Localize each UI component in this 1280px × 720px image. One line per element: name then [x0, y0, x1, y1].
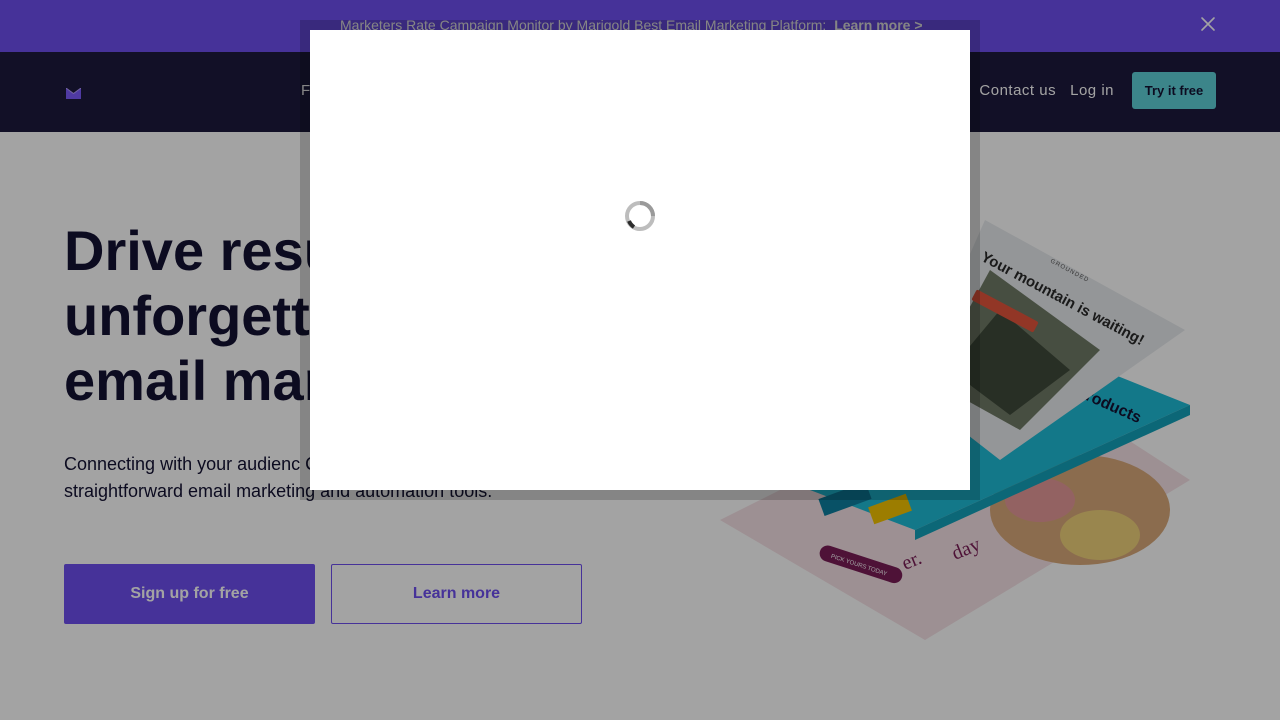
loading-spinner-icon	[625, 201, 655, 231]
loading-modal	[310, 30, 970, 490]
